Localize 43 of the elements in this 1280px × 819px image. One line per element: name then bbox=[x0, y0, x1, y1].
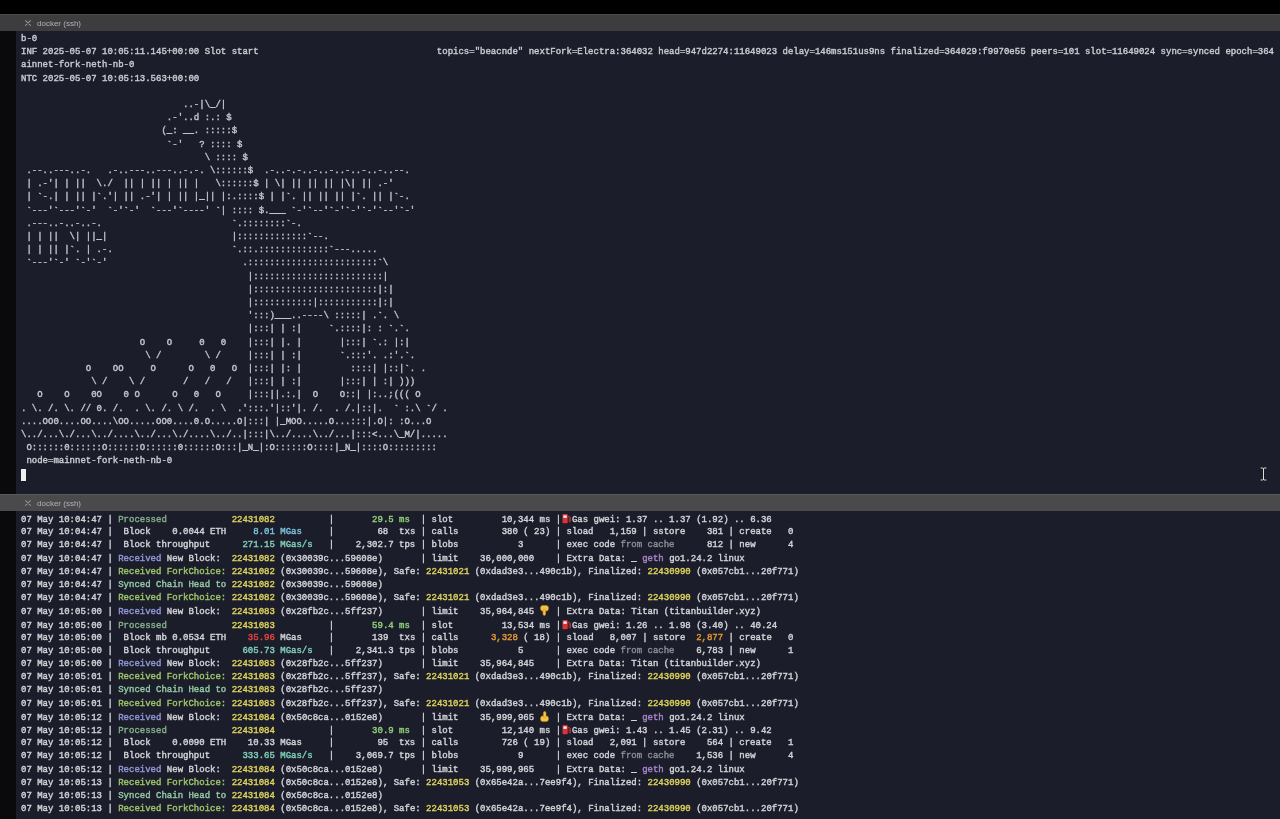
log-line: 07 May 10:05:01 | Synced Chain Head to 22431083 (0x28fb2c...5ff237) bbox=[21, 684, 384, 698]
log-text: Gas gwei: 1.43 .. 1.45 (2.31) .. 9.42 bbox=[571, 726, 772, 736]
log-text: 07 May 10:05:12 | Processed 22431084 | 30.9 ms | slot 12,140 ms | bbox=[21, 726, 562, 736]
log-text: 07 May 10:04:47 | Processed 22431082 | 29.5 ms | slot 10,344 ms | bbox=[21, 515, 562, 525]
i-beam-pointer-icon bbox=[1260, 467, 1267, 481]
close-icon[interactable] bbox=[25, 20, 31, 26]
log-line: 07 May 10:05:12 | Received New Block: 22431084 (0x50c8ca...0152e8) | limit 35,999,965 | Extra Data: _ geth go1.24.2 linux bbox=[21, 763, 746, 777]
console-line: b-0 bbox=[21, 33, 39, 46]
close-icon[interactable] bbox=[25, 500, 31, 506]
log-line: 07 May 10:04:47 | Synced Chain Head to 22431082 (0x30039c...59608e) bbox=[21, 578, 384, 592]
log-message: INF 2025-05-07 10:05:11.145+00:00 Slot start bbox=[21, 46, 260, 60]
log-line: 07 May 10:05:13 | Received ForkChoice: 22431084 (0x50c8ca...0152e8), Safe: 22431053 (0x65e42a...7ee9f4), Finalized: 22430990 (0x057cb1...20f771) bbox=[21, 776, 800, 790]
log-line: 07 May 10:05:01 | Received ForkChoice: 22431083 (0x28fb2c...5ff237), Safe: 22431021 (0xdad3e3...490c1b), Finalized: 22430990 (0x057cb1...20f771) bbox=[21, 671, 800, 685]
console-line: ainnet-fork-neth-nb-0 bbox=[21, 59, 136, 73]
console-line: node=mainnet-fork-neth-nb-0 bbox=[25, 455, 174, 469]
log-text: 07 May 10:05:00 | Processed 22431083 | 59.4 ms | slot 13,534 ms | bbox=[21, 620, 562, 631]
log-line: 07 May 10:04:47 | Block 0.0044 ETH 8.01 MGas | 68 txs | calls 380 ( 23) | sload 1,159 | sstore 381 | create 0 bbox=[21, 526, 795, 540]
log-line: 07 May 10:05:13 | Synced Chain Head to 22431084 (0x50c8ca...0152e8) bbox=[21, 789, 384, 803]
log-text: Gas gwei: 1.26 .. 1.98 (3.40) .. 40.24 bbox=[571, 620, 778, 631]
fuel-pump-icon bbox=[562, 618, 571, 630]
log-line: 07 May 10:04:47 | Received ForkChoice: 22431082 (0x30039c...59608e), Safe: 22431021 (0xdad3e3...490c1b), Finalized: 22430990 (0x057cb1...20f771) bbox=[21, 592, 800, 606]
log-line: 07 May 10:05:00 | Block throughput 605.73 MGas/s | 2,341.3 tps | blobs 5 | exec code from cache 6,783 | new 1 bbox=[21, 644, 795, 658]
log-text: Gas gwei: 1.37 .. 1.37 (1.92) .. 6.36 bbox=[571, 515, 772, 525]
tab-title: docker (ssh) bbox=[37, 498, 81, 508]
log-line: 07 May 10:05:13 | Received ForkChoice: 22431084 (0x50c8ca...0152e8), Safe: 22431053 (0x65e42a...7ee9f4), Finalized: 22430990 (0x057cb1...20f771) bbox=[21, 803, 800, 817]
log-line: 07 May 10:04:47 | Block throughput 271.15 MGas/s | 2,302.7 tps | blobs 3 | exec code from cache 812 | new 4 bbox=[21, 539, 795, 553]
log-line: 07 May 10:04:47 | Received ForkChoice: 22431082 (0x30039c...59608e), Safe: 22431021 (0xdad3e3...490c1b), Finalized: 22430990 (0x057cb1...20f771) bbox=[21, 565, 800, 579]
log-line: 07 May 10:05:00 | Received New Block: 22431083 (0x28fb2c...5ff237) | limit 35,964,845 | Extra Data: Titan (titanbuilder.xyz) bbox=[21, 658, 762, 672]
fuel-pump-icon bbox=[562, 724, 571, 735]
log-text: | Extra Data: Titan (titanbuilder.xyz) bbox=[554, 607, 761, 618]
log-line: 07 May 10:05:01 | Received ForkChoice: 22431083 (0x28fb2c...5ff237), Safe: 22431021 (0xdad3e3...490c1b), Finalized: 22430990 (0x057cb1...20f771) bbox=[21, 697, 800, 711]
log-line: 07 May 10:05:00 | Block mb 0.0534 ETH 35.96 MGas | 139 txs | calls 3,328 ( 18) | sload 8,007 | sstore 2,877 | create 0 bbox=[21, 631, 795, 645]
fuel-pump-icon bbox=[562, 513, 571, 524]
log-line: 07 May 10:05:12 | Block 0.0090 ETH 10.33 MGas | 95 txs | calls 726 ( 19) | sload 2,091 | sstore 564 | create 1 bbox=[21, 737, 795, 751]
log-line: 07 May 10:04:47 | Received New Block: 22431082 (0x30039c...59608e) | limit 36,000,000 | Extra Data: _ geth go1.24.2 linux bbox=[21, 552, 746, 566]
log-line: 07 May 10:05:12 | Block throughput 333.65 MGas/s | 3,069.7 tps | blobs 9 | exec code from cache 1,536 | new 4 bbox=[21, 750, 795, 764]
log-fields: topics="beacnde" nextFork=Electra:364032 head=947d2274:11649023 delay=146ms151us9ns finalized=364029:f9970e55 peers=101 slot=11649024 sync=synced epoch=364 bbox=[436, 47, 1274, 58]
console-line: NTC 2025-05-07 10:05:13.563+00:00 bbox=[21, 72, 201, 86]
log-text: | Extra Data: _ geth go1.24.2 linux bbox=[554, 712, 745, 723]
log-text: 07 May 10:05:12 | Received New Block: 22431084 (0x50c8ca...0152e8) | limit 35,999,965 bbox=[21, 712, 536, 723]
ascii-art-text: ..-|\_/| .-'..d :.: $ (_: __. :::::$ `-' ? :::: $ \ :::: $ .--..---..-. .-..---..---..-.-. \::::::$ .-..-.-..-..-..-..-..-..--. | .-'| | || \./ || | || | || | \::::::$ | \| || || || |\| || .-' | `-.| | || |`.'| || .-'| | || |_|| |:.::::$ | |`. || || || |`. || |`-. `---'`---'`-' `-'`-' `---'`----' `| :::: $.___ `-'`--'`-'`-'`-'`--'`-' .---..-..-..-. `.::::::::`-. | | || \| ||_| |:::::::::::::`--. | | || |`. | .-. `.::.:::::::::::::`---..... `---'`-' `-'`-' .::::::::::::::::::::::::`\ |::::::::::::::::::::::::| |:::::::::::::::::::::::|:| |:::::::::::|:::::::::::|:| ':::)___..----\ :::::| .`. \ |:::| | :| `.::::|: : `.`. O O 0 0 |:::| |. | |:::| `.: |:| \ / \ / |:::| | :| `.:::'. .:'.`. O OO O O 0 O |:::| |: | ::::| |::|`. . \ / \ / / / / |:::| | :| |:::| | :| ))) O O 0O 0 O O 0 O |:::||.:.| O O::| |:..;((( O . \. /. \. // 0. /. . \. /. \ /. . \ .':::.'|::'|. /. . /.|::|. ` :.\ `/ . ....OO0....OO....\OO.....OO0....0.O.....O|:::| |_MOO.....O...:::|.O|: :O...O \../...\./...\../....\../...\./....\../..|:::|\../....\../...|:::<...\_M/|..... O::::::0::::::O::::::O::::::0::::::O:::|_N_|:O::::::O::::|_N_|::::O::::::::: bbox=[21, 98, 449, 456]
log-text: 07 May 10:05:00 | Received New Block: 22431083 (0x28fb2c...5ff237) | limit 35,964,845 bbox=[21, 607, 536, 618]
tab-title: docker (ssh) bbox=[37, 18, 81, 28]
